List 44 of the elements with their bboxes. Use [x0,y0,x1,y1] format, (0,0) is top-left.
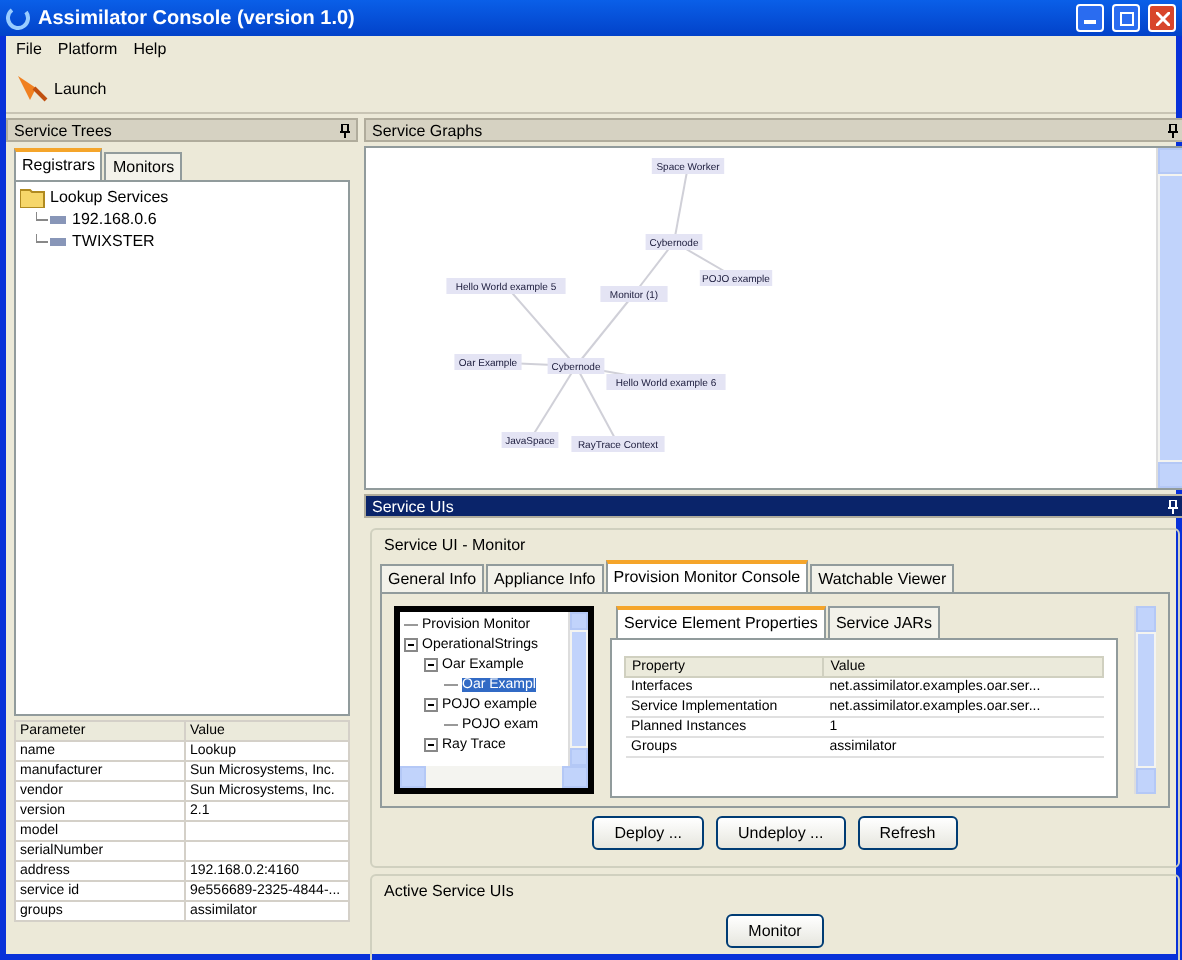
tab[interactable]: General Info [380,564,485,592]
maximize-icon [1119,11,1133,25]
launch-button[interactable]: Launch [14,72,107,104]
scrollbar[interactable] [1156,148,1182,488]
tree-item[interactable]: Lookup Services [50,188,169,206]
close-icon [1155,11,1169,25]
scrollbar[interactable] [568,612,588,766]
menu-item[interactable]: Help [133,40,167,60]
maximize-button[interactable] [1112,4,1140,32]
scrollbar[interactable] [400,766,588,788]
tab[interactable]: Watchable Viewer [810,564,955,592]
collapse-icon[interactable] [404,637,418,651]
pin-icon[interactable] [340,123,350,137]
panel-title: Service Trees [14,121,112,139]
menu-item[interactable]: File [16,40,42,60]
window-title: Assimilator Console (version 1.0) [38,7,357,29]
network-node-icon [36,233,68,249]
panel-title: Service Graphs [372,121,483,139]
panel-title: Service UIs [372,497,454,515]
collapse-icon[interactable] [424,657,438,671]
scrollbar[interactable] [1134,606,1156,794]
collapse-icon[interactable] [424,737,438,751]
action-button[interactable]: Deploy ... [592,816,705,850]
monitor-button[interactable]: Monitor [726,914,824,948]
menu-item[interactable]: Platform [57,40,118,60]
minimize-button[interactable] [1076,4,1104,32]
tab[interactable]: Service Element Properties [616,606,826,638]
tree-item[interactable]: 192.168.0.6 [72,210,157,228]
close-button[interactable] [1148,4,1176,32]
tree-item[interactable]: TWIXSTER [72,232,155,250]
pin-icon[interactable] [1168,123,1178,137]
network-node-icon [36,211,68,227]
tab[interactable]: Service JARs [827,606,940,638]
tab[interactable]: Appliance Info [486,564,604,592]
group-title: Service UI - Monitor [382,534,528,558]
app-logo-icon [6,6,30,30]
group-title: Active Service UIs [382,880,516,904]
tab[interactable]: Registrars [14,148,103,180]
action-button[interactable]: Refresh [857,816,958,850]
action-button[interactable]: Undeploy ... [716,816,846,850]
collapse-icon[interactable] [424,697,438,711]
rocket-icon [14,72,50,104]
tab[interactable]: Provision Monitor Console [605,560,809,592]
tab[interactable]: Monitors [104,152,183,180]
